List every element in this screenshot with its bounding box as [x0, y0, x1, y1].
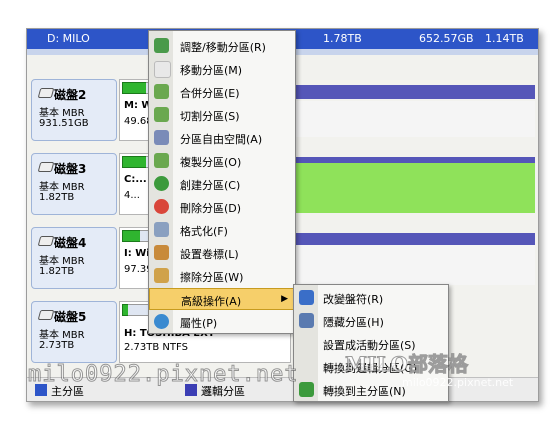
- resize-icon: [154, 38, 169, 53]
- disk-type: 基本 MBR: [39, 330, 85, 341]
- partition-area-green[interactable]: [295, 163, 535, 213]
- menu-item-properties[interactable]: 屬性(P): [149, 311, 295, 333]
- disk-type: 基本 MBR: [39, 108, 85, 119]
- menu-item-label: 刪除分區(D): [180, 202, 242, 215]
- partition-size: 4...: [124, 190, 140, 201]
- menu-item-move[interactable]: 移動分區(M): [149, 58, 295, 80]
- disk-name: 磁盤2: [54, 88, 87, 102]
- convert-primary-icon: [299, 382, 314, 397]
- partition-header-strip: [295, 233, 535, 245]
- menu-item-label: 格式化(F): [180, 225, 228, 238]
- capacity-value: 1.78TB: [323, 32, 362, 45]
- partition-header-strip: [295, 85, 535, 99]
- submenu-arrow-icon: ▶: [281, 294, 288, 304]
- create-icon: [154, 176, 169, 191]
- disk-size: 931.51GB: [39, 118, 89, 129]
- menu-item-resize[interactable]: 調整/移動分區(R): [149, 35, 295, 57]
- submenu-item-hide[interactable]: 隱藏分區(H): [294, 310, 448, 332]
- submenu-item-label: 轉換到主分區(N): [323, 385, 406, 398]
- menu-item-label: 設置卷標(L): [180, 248, 239, 261]
- merge-icon: [154, 84, 169, 99]
- menu-item-format[interactable]: 格式化(F): [149, 219, 295, 241]
- disk-type: 基本 MBR: [39, 256, 85, 267]
- menu-item-label: 移動分區(M): [180, 64, 243, 77]
- menu-item-label: 擦除分區(W): [180, 271, 244, 284]
- disk-size: 2.73TB: [39, 340, 75, 351]
- disk-card-2[interactable]: 磁盤2 基本 MBR 931.51GB: [31, 79, 117, 141]
- usage-bar: [122, 230, 142, 242]
- disk-size: 1.82TB: [39, 192, 75, 203]
- watermark-left: milo0922.pixnet.net: [28, 362, 299, 388]
- context-menu: 調整/移動分區(R) 移動分區(M) 合併分區(E) 切割分區(S) 分區自由空…: [148, 30, 296, 334]
- menu-item-wipe[interactable]: 擦除分區(W): [149, 265, 295, 287]
- used-value: 652.57GB: [419, 32, 474, 45]
- move-icon: [154, 61, 171, 78]
- menu-item-label: 高級操作(A): [181, 295, 242, 308]
- menu-item-label: 複製分區(O): [180, 156, 242, 169]
- free-space-icon: [154, 130, 169, 145]
- submenu-item-drive-letter[interactable]: 改變盤符(R): [294, 287, 448, 309]
- menu-item-label: 屬性(P): [180, 317, 218, 330]
- drive-name: D: MILO: [47, 32, 90, 45]
- label-icon: [154, 245, 169, 260]
- menu-item-copy[interactable]: 複製分區(O): [149, 150, 295, 172]
- partition-area[interactable]: [295, 101, 535, 137]
- menu-item-merge[interactable]: 合併分區(E): [149, 81, 295, 103]
- properties-icon: [154, 314, 169, 329]
- submenu-item-label: 改變盤符(R): [323, 293, 384, 306]
- hide-icon: [299, 313, 314, 328]
- format-icon: [154, 222, 169, 237]
- disk-card-4[interactable]: 磁盤4 基本 MBR 1.82TB: [31, 227, 117, 289]
- menu-item-label: 切割分區(S): [180, 110, 240, 123]
- menu-item-delete[interactable]: 刪除分區(D): [149, 196, 295, 218]
- menu-item-label: 合併分區(E): [180, 87, 240, 100]
- partition-area[interactable]: [295, 245, 535, 285]
- watermark-url: milo0922.pixnet.net: [402, 376, 514, 389]
- wipe-icon: [154, 268, 169, 283]
- watermark-right: MILO部落格: [345, 352, 469, 377]
- disk-name: 磁盤3: [54, 162, 87, 176]
- menu-item-label: 創建分區(C): [180, 179, 241, 192]
- copy-icon: [154, 153, 169, 168]
- usage-bar: [122, 156, 148, 168]
- partition-label: C:...: [124, 174, 147, 185]
- menu-item-label[interactable]: 設置卷標(L): [149, 242, 295, 264]
- menu-item-label: 分區自由空間(A): [180, 133, 263, 146]
- disk-name: 磁盤5: [54, 310, 87, 324]
- free-value: 1.14TB: [485, 32, 524, 45]
- submenu-item-label: 隱藏分區(H): [323, 316, 384, 329]
- menu-item-create[interactable]: 創建分區(C): [149, 173, 295, 195]
- split-icon: [154, 107, 169, 122]
- usage-bar: [122, 82, 148, 94]
- disk-card-3[interactable]: 磁盤3 基本 MBR 1.82TB: [31, 153, 117, 215]
- disk-type: 基本 MBR: [39, 182, 85, 193]
- partition-size: 2.73TB NTFS: [124, 342, 188, 353]
- disk-name: 磁盤4: [54, 236, 87, 250]
- menu-item-label: 調整/移動分區(R): [180, 41, 266, 54]
- disk-card-5[interactable]: 磁盤5 基本 MBR 2.73TB: [31, 301, 117, 363]
- delete-icon: [154, 199, 169, 214]
- menu-item-free-space[interactable]: 分區自由空間(A): [149, 127, 295, 149]
- drive-letter-icon: [299, 290, 314, 305]
- disk-size: 1.82TB: [39, 266, 75, 277]
- menu-item-advanced[interactable]: 高級操作(A) ▶: [149, 288, 295, 310]
- menu-item-split[interactable]: 切割分區(S): [149, 104, 295, 126]
